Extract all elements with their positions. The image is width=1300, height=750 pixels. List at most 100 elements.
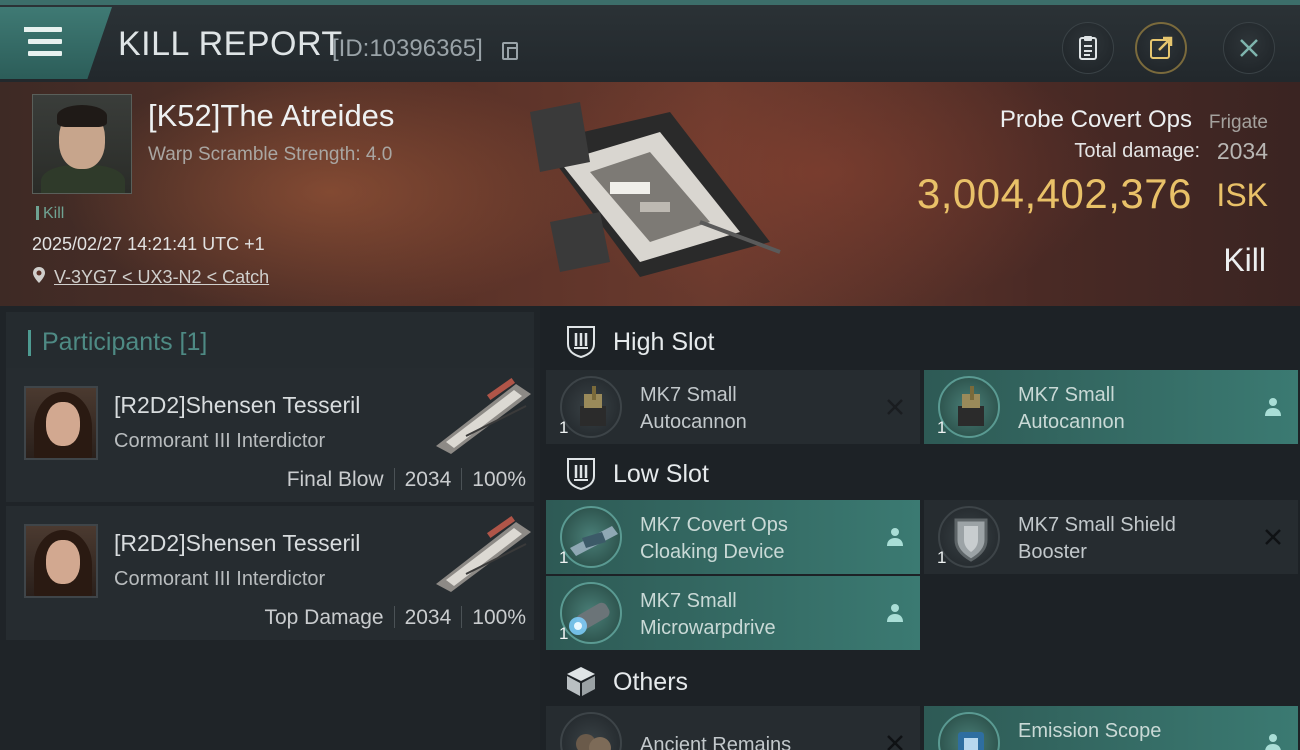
high-slot-header: High Slot bbox=[546, 310, 1300, 372]
autocannon-icon bbox=[560, 376, 622, 438]
participant-percent: 100% bbox=[472, 468, 526, 491]
module-name-line: MK7 Small bbox=[640, 384, 737, 406]
stat-divider bbox=[461, 468, 463, 490]
close-button[interactable] bbox=[1223, 22, 1275, 74]
microwarpdrive-icon bbox=[560, 582, 622, 644]
kill-result: Kill bbox=[1223, 242, 1266, 278]
person-icon bbox=[887, 528, 903, 546]
x-mark-icon bbox=[887, 735, 903, 750]
victim-portrait[interactable] bbox=[32, 94, 132, 194]
module-name-line: Microwarpdrive bbox=[640, 617, 776, 639]
participant-percent: 100% bbox=[472, 606, 526, 629]
shield-booster-icon bbox=[938, 506, 1000, 568]
isk-unit: ISK bbox=[1216, 177, 1268, 213]
participant-name: [R2D2]Shensen Tesseril bbox=[114, 530, 361, 556]
participants-header: Participants [1] bbox=[6, 312, 534, 372]
module-name-line: Autocannon bbox=[640, 411, 747, 433]
total-damage-value: 2034 bbox=[1216, 138, 1268, 164]
module-name-line: Booster bbox=[1018, 541, 1087, 563]
participant-ship: Cormorant III Interdictor bbox=[114, 430, 326, 452]
module-name: MK7 Covert Ops Cloaking Device bbox=[640, 512, 860, 566]
module-name-line: MK7 Covert Ops bbox=[640, 514, 788, 536]
module-item[interactable]: 1 MK7 Covert Ops Cloaking Device bbox=[546, 500, 920, 574]
person-icon bbox=[887, 604, 903, 622]
stat-divider bbox=[393, 468, 395, 490]
module-name-line: Emission Scope bbox=[1018, 720, 1162, 742]
avatar-face bbox=[46, 540, 80, 584]
low-slot-header: Low Slot bbox=[546, 442, 1300, 504]
close-icon bbox=[1240, 39, 1258, 57]
participant-stats: Top Damage 2034 100% bbox=[264, 606, 526, 630]
participants-title: Participants [1] bbox=[42, 328, 208, 356]
report-id: [ID:10396365] bbox=[332, 35, 483, 62]
module-item[interactable]: 1 MK7 Small Autocannon bbox=[924, 370, 1298, 444]
portrait-body bbox=[41, 165, 125, 193]
person-icon bbox=[1265, 398, 1281, 416]
kill-location-link[interactable]: V-3YG7 < UX3-N2 < Catch bbox=[54, 267, 269, 288]
participants-panel: Participants [1] [R2D2]Shensen Tesseril … bbox=[0, 306, 540, 750]
participant-row[interactable]: [R2D2]Shensen Tesseril Cormorant III Int… bbox=[6, 368, 534, 502]
module-name: MK7 Small Autocannon bbox=[1018, 382, 1238, 436]
module-quantity: 1 bbox=[559, 548, 569, 567]
copy-icon[interactable] bbox=[502, 42, 518, 60]
module-name: MK7 Small Autocannon bbox=[640, 382, 860, 436]
module-name-line: Autocannon bbox=[1018, 411, 1125, 433]
module-quantity: 1 bbox=[559, 418, 569, 437]
victim-panel: [K52]The Atreides Warp Scramble Strength… bbox=[0, 82, 1300, 306]
module-name-line: MK7 Small bbox=[1018, 384, 1115, 406]
module-item[interactable]: 1 MK7 Small Shield Booster bbox=[924, 500, 1298, 574]
clipboard-button[interactable] bbox=[1062, 22, 1114, 74]
share-button[interactable] bbox=[1135, 22, 1187, 74]
participant-role: Top Damage bbox=[264, 606, 384, 629]
module-name: Ancient Remains bbox=[640, 732, 860, 750]
module-item[interactable]: 1 MK7 Small Autocannon bbox=[546, 370, 920, 444]
victim-pilot-name[interactable]: [K52]The Atreides bbox=[148, 98, 394, 134]
hamburger-icon-bar bbox=[28, 39, 62, 44]
person-icon bbox=[1265, 734, 1281, 750]
low-slot-label: Low Slot bbox=[613, 460, 709, 488]
share-icon bbox=[1150, 36, 1173, 59]
x-mark-icon bbox=[1265, 529, 1281, 545]
low-slot-icon bbox=[567, 458, 595, 490]
participant-avatar bbox=[24, 386, 98, 460]
cargo-box-icon bbox=[567, 667, 595, 696]
high-slot-label: High Slot bbox=[613, 328, 715, 356]
isk-value: 3,004,402,376 bbox=[916, 170, 1192, 217]
stat-divider bbox=[461, 606, 463, 628]
x-mark-icon bbox=[887, 399, 903, 415]
top-bar: KILL REPORT [ID:10396365] bbox=[0, 0, 1300, 82]
participant-avatar bbox=[24, 524, 98, 598]
participant-stats: Final Blow 2034 100% bbox=[287, 468, 526, 492]
emission-scope-icon bbox=[938, 712, 1000, 750]
high-slot-icon bbox=[567, 326, 595, 358]
ancient-remains-icon bbox=[560, 712, 622, 750]
module-quantity: 1 bbox=[937, 418, 947, 437]
participant-ship: Cormorant III Interdictor bbox=[114, 568, 326, 590]
participant-ship-image bbox=[436, 377, 531, 454]
module-name-line: MK7 Small bbox=[640, 590, 737, 612]
participant-name: [R2D2]Shensen Tesseril bbox=[114, 392, 361, 418]
participant-damage: 2034 bbox=[404, 468, 452, 491]
warp-scramble-strength: Warp Scramble Strength: 4.0 bbox=[148, 144, 393, 165]
participant-damage: 2034 bbox=[404, 606, 452, 629]
clipboard-icon bbox=[1079, 36, 1097, 60]
participant-row[interactable]: [R2D2]Shensen Tesseril Cormorant III Int… bbox=[6, 506, 534, 640]
victim-ship-name[interactable]: Probe Covert Ops bbox=[1000, 106, 1192, 134]
menu-button[interactable] bbox=[0, 7, 112, 79]
stat-divider bbox=[393, 606, 395, 628]
module-item[interactable]: Ancient Remains bbox=[546, 706, 920, 750]
portrait-hair bbox=[57, 105, 107, 127]
header-accent bbox=[28, 330, 31, 356]
module-item[interactable]: 1 MK7 Small Microwarpdrive bbox=[546, 576, 920, 650]
kill-tag: Kill bbox=[36, 205, 64, 223]
module-item[interactable]: Emission Scope bbox=[924, 706, 1298, 750]
victim-ship-class: Frigate bbox=[1208, 112, 1268, 133]
kill-datetime: 2025/02/27 14:21:41 UTC +1 bbox=[32, 234, 265, 254]
module-quantity: 1 bbox=[937, 548, 947, 567]
participant-ship-image bbox=[436, 515, 531, 592]
avatar-face bbox=[46, 402, 80, 446]
location-pin-icon bbox=[33, 267, 45, 283]
page-title: KILL REPORT bbox=[118, 25, 343, 63]
hamburger-icon-bar bbox=[28, 51, 62, 56]
others-label: Others bbox=[613, 668, 689, 696]
